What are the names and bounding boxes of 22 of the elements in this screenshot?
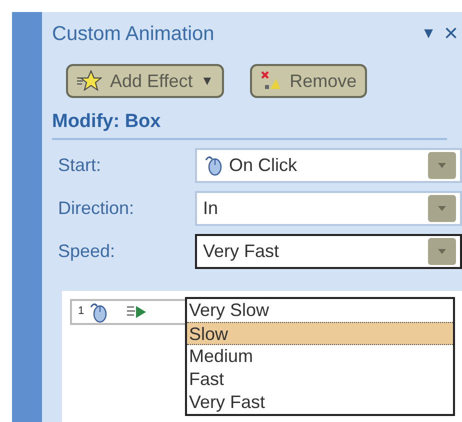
field-label: Direction:	[57, 196, 136, 220]
mouse-icon	[88, 300, 108, 322]
effect-number: 1	[78, 304, 84, 320]
star-icon	[76, 70, 102, 92]
mouse-icon	[203, 154, 223, 176]
dropdown-option[interactable]: Slow	[187, 322, 453, 345]
dropdown-option[interactable]: Fast	[187, 368, 453, 391]
add-effect-button[interactable]: Add Effect ▼	[66, 64, 224, 98]
remove-icon	[260, 70, 282, 92]
dropdown-field[interactable]: On Click	[195, 148, 462, 182]
pane-title: Custom Animation	[52, 22, 214, 47]
dropdown-option[interactable]: Medium	[187, 345, 453, 368]
dropdown-field[interactable]: Very Fast	[195, 234, 462, 268]
dropdown-option[interactable]: Very Fast	[187, 391, 453, 414]
dropdown-option[interactable]: Very Slow	[187, 299, 453, 322]
menu-button[interactable]: ▼	[421, 22, 436, 46]
dropdown-field[interactable]: In	[195, 190, 462, 226]
section-heading: Modify: Box	[52, 108, 447, 140]
field-label: Speed:	[57, 240, 116, 263]
field-label: Start:	[57, 154, 102, 176]
remove-button[interactable]: Remove	[250, 64, 367, 98]
close-button[interactable]: ×	[444, 22, 458, 46]
